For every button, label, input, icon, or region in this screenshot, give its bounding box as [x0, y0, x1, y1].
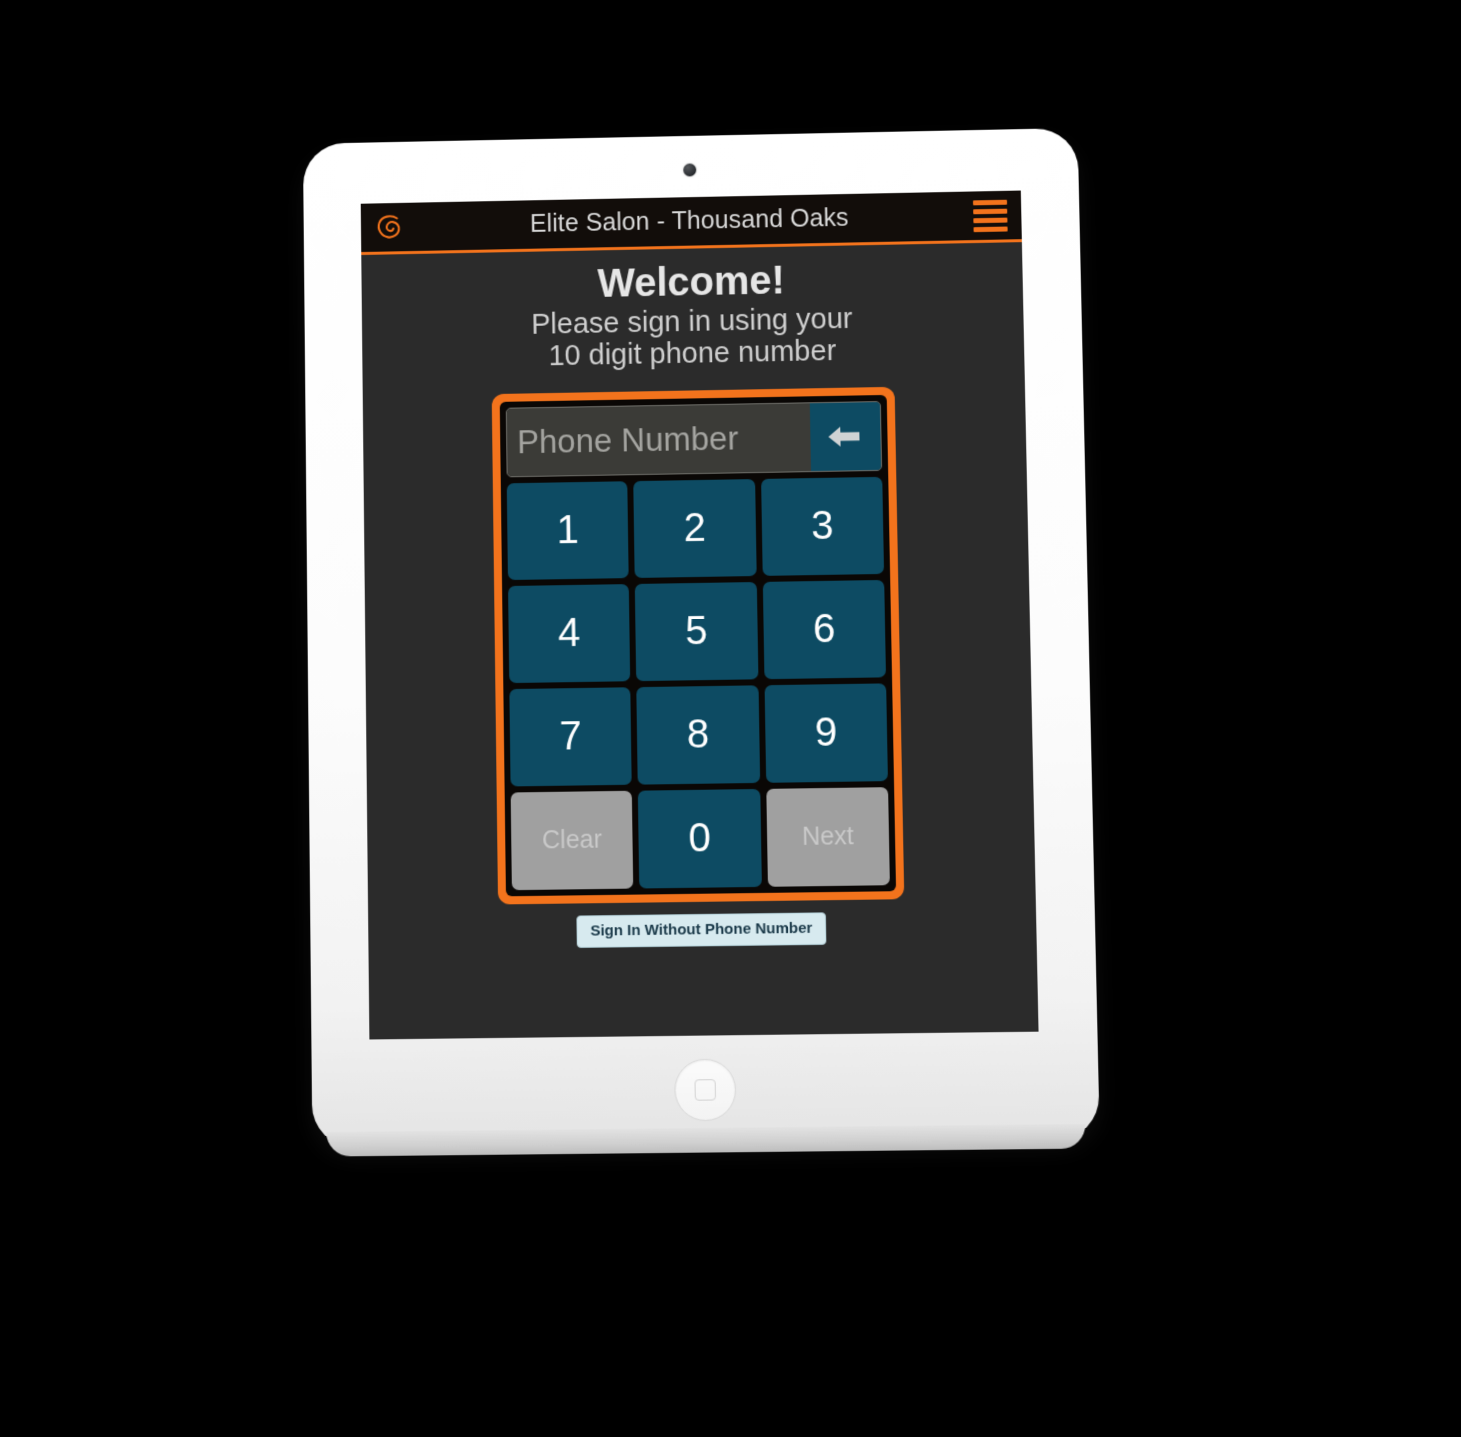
keypad-key-0[interactable]: 0	[638, 788, 762, 889]
home-button[interactable]	[673, 1058, 737, 1122]
device-stage: Elite Salon - Thousand Oaks Welcome! Ple…	[0, 0, 1461, 1437]
page-title: Elite Salon - Thousand Oaks	[529, 203, 849, 238]
keypad-key-8[interactable]: 8	[636, 685, 760, 785]
keypad-container: 123 456 789 Clear0Next	[499, 394, 897, 897]
hamburger-bar	[973, 208, 1008, 214]
home-button-square-icon	[693, 1079, 716, 1101]
keypad-key-6[interactable]: 6	[762, 579, 886, 680]
welcome-subtitle: Please sign in using your 10 digit phone…	[453, 302, 932, 375]
keypad-key-9[interactable]: 9	[764, 683, 888, 783]
backspace-button[interactable]	[809, 401, 882, 472]
keypad-key-4[interactable]: 4	[508, 584, 631, 684]
sign-in-without-phone-number-button[interactable]: Sign In Without Phone Number	[576, 912, 827, 948]
keypad-key-1[interactable]: 1	[506, 481, 630, 580]
phone-number-input[interactable]	[506, 403, 811, 477]
keypad-key-5[interactable]: 5	[635, 581, 759, 682]
keypad-key-clear[interactable]: Clear	[510, 790, 634, 891]
tablet-device: Elite Salon - Thousand Oaks Welcome! Ple…	[302, 127, 1100, 1157]
keypad-grid: 1 2 3 4 5 6 7 8 9 Clear 0 Next	[506, 476, 890, 891]
phone-display-row	[505, 400, 883, 478]
keypad-frame: 123 456 789 Clear0Next	[491, 386, 905, 905]
tablet-screen: Elite Salon - Thousand Oaks Welcome! Ple…	[360, 190, 1039, 1040]
tablet-bottom-edge	[326, 1124, 1086, 1157]
keypad-key-7[interactable]: 7	[509, 687, 633, 787]
camera-icon	[682, 163, 696, 177]
hamburger-bar	[972, 199, 1008, 205]
keypad-key-next[interactable]: Next	[765, 787, 890, 887]
hamburger-bar	[973, 226, 1008, 232]
hamburger-bar	[973, 217, 1008, 223]
keypad-key-2[interactable]: 2	[633, 478, 757, 578]
keypad-key-3[interactable]: 3	[760, 476, 885, 576]
hamburger-menu-icon[interactable]	[972, 199, 1010, 232]
screen-body: Welcome! Please sign in using your 10 di…	[361, 242, 1036, 950]
backspace-arrow-icon	[828, 426, 860, 447]
spiral-logo-icon	[373, 210, 407, 244]
